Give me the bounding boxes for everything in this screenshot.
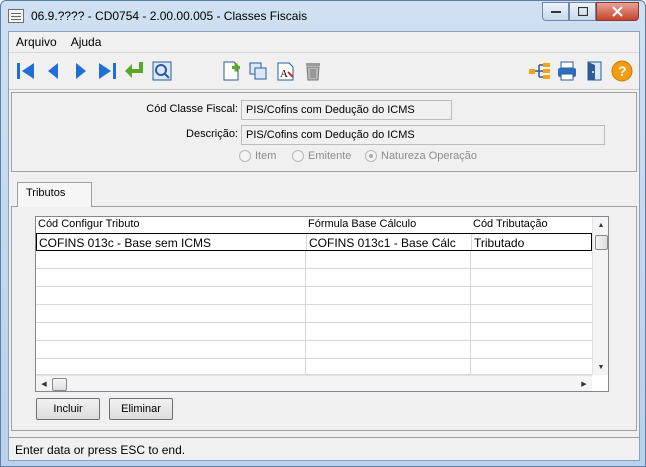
hierarchy-icon xyxy=(529,63,550,79)
edit-record-button[interactable]: A xyxy=(273,58,299,84)
help-icon: ? xyxy=(611,60,633,82)
horizontal-scrollbar[interactable]: ◀ ▶ xyxy=(36,375,592,391)
table-row[interactable]: COFINS 013c - Base sem ICMS COFINS 013c1… xyxy=(36,233,592,251)
client-area: Arquivo Ajuda A ? Cód Classe Fiscal: PIS… xyxy=(8,31,640,461)
descricao-label: Descrição: xyxy=(186,128,238,140)
search-icon xyxy=(152,61,172,81)
vertical-scrollbar[interactable]: ▲ ▼ xyxy=(592,217,608,375)
column-header[interactable]: Cód Configur Tributo xyxy=(36,217,306,233)
window-icon xyxy=(8,9,24,23)
last-record-button[interactable] xyxy=(94,58,120,84)
scroll-thumb-horizontal[interactable] xyxy=(52,378,67,391)
previous-record-icon xyxy=(48,63,58,79)
new-document-icon xyxy=(223,61,240,81)
grid-header: Cód Configur Tributo Fórmula Base Cálcul… xyxy=(36,217,592,233)
classe-fiscal-label: Cód Classe Fiscal: xyxy=(146,103,238,115)
svg-text:A: A xyxy=(280,68,288,80)
radio-natureza-label: Natureza Operação xyxy=(381,150,477,162)
radio-emitente-dot xyxy=(292,150,304,162)
table-row[interactable] xyxy=(36,287,592,305)
exit-door-icon xyxy=(587,61,602,81)
close-icon xyxy=(612,6,623,17)
maximize-icon xyxy=(577,7,588,16)
scroll-down-icon[interactable]: ▼ xyxy=(593,359,608,375)
first-record-button[interactable] xyxy=(13,58,39,84)
radio-item[interactable]: Item xyxy=(239,150,276,162)
help-button[interactable]: ? xyxy=(609,58,635,84)
scroll-thumb-vertical[interactable] xyxy=(595,235,608,250)
app-window: 06.9.???? - CD0754 - 2.00.00.005 - Class… xyxy=(0,0,646,467)
return-arrow-icon xyxy=(125,62,143,78)
eliminar-button[interactable]: Eliminar xyxy=(109,398,173,420)
copy-icon xyxy=(249,62,267,80)
maximize-button[interactable] xyxy=(569,2,596,21)
next-record-button[interactable] xyxy=(68,58,94,84)
radio-emitente-label: Emitente xyxy=(308,150,352,162)
status-bar: Enter data or press ESC to end. xyxy=(9,437,639,460)
table-cell: Tributado xyxy=(474,236,525,250)
table-row[interactable] xyxy=(36,251,592,269)
scroll-left-icon[interactable]: ◀ xyxy=(36,376,52,391)
radio-item-dot xyxy=(239,150,251,162)
trash-icon xyxy=(306,63,320,81)
table-row[interactable] xyxy=(36,305,592,323)
minimize-button[interactable] xyxy=(542,2,569,21)
menu-ajuda[interactable]: Ajuda xyxy=(64,35,109,49)
column-header[interactable]: Fórmula Base Cálculo xyxy=(306,217,471,233)
table-cell: COFINS 013c - Base sem ICMS xyxy=(37,234,307,250)
classe-fiscal-field[interactable]: PIS/Cofins com Dedução do ICMS xyxy=(241,100,452,120)
descricao-field[interactable]: PIS/Cofins com Dedução do ICMS xyxy=(241,125,605,145)
print-button[interactable] xyxy=(554,58,580,84)
table-row[interactable] xyxy=(36,341,592,359)
table-cell: COFINS 013c1 - Base Cálc xyxy=(307,234,472,250)
menu-arquivo[interactable]: Arquivo xyxy=(9,35,64,49)
next-record-icon xyxy=(76,63,86,79)
window-controls xyxy=(542,2,639,21)
close-button[interactable] xyxy=(596,2,639,21)
radio-natureza-operacao[interactable]: Natureza Operação xyxy=(365,150,477,162)
title-bar: 06.9.???? - CD0754 - 2.00.00.005 - Class… xyxy=(1,1,645,31)
tab-tributos[interactable]: Tributos xyxy=(17,182,92,207)
delete-record-button[interactable] xyxy=(300,58,326,84)
new-record-button[interactable] xyxy=(218,58,244,84)
radio-natureza-dot xyxy=(365,150,377,162)
table-row[interactable] xyxy=(36,323,592,341)
edit-text-icon: A xyxy=(277,62,294,81)
first-record-icon xyxy=(17,63,34,79)
scroll-right-icon[interactable]: ▶ xyxy=(576,376,592,391)
goto-button[interactable] xyxy=(122,58,148,84)
printer-icon xyxy=(558,61,576,81)
exit-button[interactable] xyxy=(581,58,607,84)
last-record-icon xyxy=(99,63,116,79)
tributos-grid[interactable]: Cód Configur Tributo Fórmula Base Cálcul… xyxy=(35,216,609,392)
search-button[interactable] xyxy=(149,58,175,84)
toolbar: A ? xyxy=(9,52,639,90)
table-row[interactable] xyxy=(36,359,592,375)
incluir-button[interactable]: Incluir xyxy=(36,398,100,420)
table-row[interactable] xyxy=(36,269,592,287)
previous-record-button[interactable] xyxy=(40,58,66,84)
radio-emitente[interactable]: Emitente xyxy=(292,150,351,162)
scroll-up-icon[interactable]: ▲ xyxy=(593,217,608,233)
copy-record-button[interactable] xyxy=(245,58,271,84)
hierarchy-button[interactable] xyxy=(527,58,553,84)
svg-text:?: ? xyxy=(618,63,627,79)
window-title: 06.9.???? - CD0754 - 2.00.00.005 - Class… xyxy=(31,9,308,23)
column-header[interactable]: Cód Tributação xyxy=(471,217,592,233)
radio-item-label: Item xyxy=(255,150,277,162)
minimize-icon xyxy=(550,10,561,13)
menu-bar: Arquivo Ajuda xyxy=(9,32,639,52)
